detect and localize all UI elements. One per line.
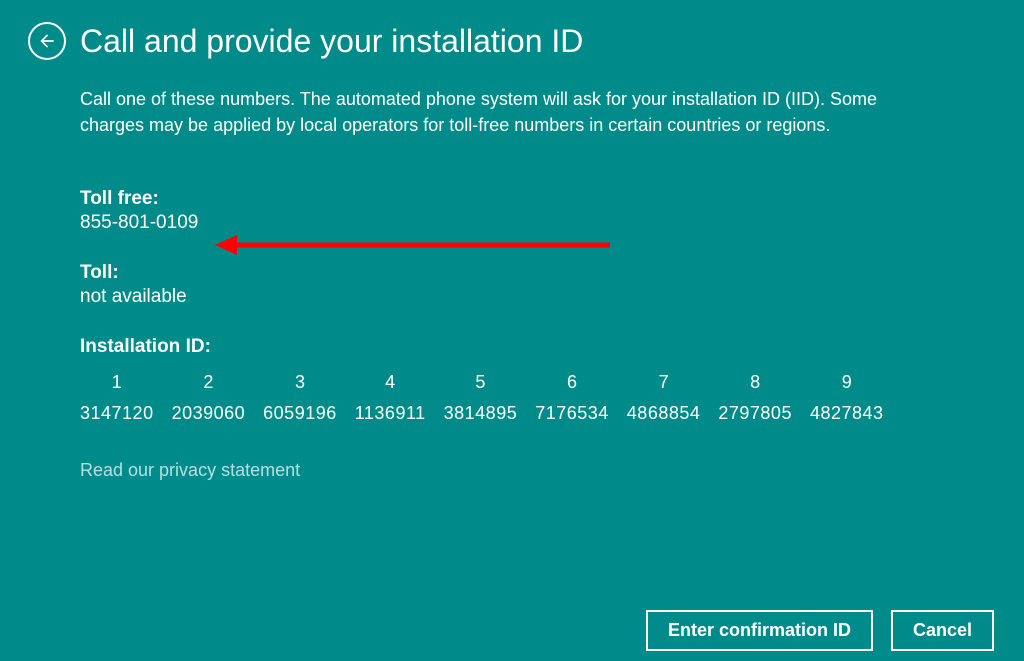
- iid-col-value: 3814895: [444, 403, 518, 424]
- iid-column: 8 2797805: [718, 372, 792, 424]
- back-arrow-icon: [37, 31, 57, 51]
- iid-col-value: 4868854: [627, 403, 701, 424]
- iid-col-index: 9: [842, 372, 852, 393]
- toll-free-label: Toll free:: [80, 188, 944, 210]
- iid-col-value: 6059196: [263, 403, 337, 424]
- iid-col-index: 5: [475, 372, 485, 393]
- iid-col-index: 1: [112, 372, 122, 393]
- iid-col-value: 3147120: [80, 403, 154, 424]
- description-text: Call one of these numbers. The automated…: [80, 86, 944, 138]
- iid-column: 6 7176534: [535, 372, 609, 424]
- iid-col-index: 4: [385, 372, 395, 393]
- iid-column: 2 2039060: [172, 372, 246, 424]
- iid-column: 7 4868854: [627, 372, 701, 424]
- toll-label: Toll:: [80, 262, 944, 284]
- iid-col-value: 2797805: [718, 403, 792, 424]
- privacy-link[interactable]: Read our privacy statement: [80, 460, 944, 481]
- iid-col-value: 4827843: [810, 403, 884, 424]
- iid-column: 3 6059196: [263, 372, 337, 424]
- toll-value: not available: [80, 286, 944, 308]
- iid-column: 4 1136911: [355, 372, 426, 424]
- iid-col-value: 1136911: [355, 403, 426, 424]
- iid-col-index: 8: [750, 372, 760, 393]
- installation-id-table: 1 3147120 2 2039060 3 6059196 4 1136911 …: [80, 372, 944, 424]
- installation-id-label: Installation ID:: [80, 336, 944, 358]
- iid-column: 5 3814895: [444, 372, 518, 424]
- back-button[interactable]: [28, 22, 66, 60]
- iid-col-index: 2: [203, 372, 213, 393]
- iid-col-index: 7: [659, 372, 669, 393]
- header: Call and provide your installation ID: [0, 0, 1024, 70]
- page-title: Call and provide your installation ID: [80, 23, 583, 60]
- iid-col-index: 3: [295, 372, 305, 393]
- toll-free-number: 855-801-0109: [80, 212, 944, 234]
- cancel-button[interactable]: Cancel: [891, 610, 994, 651]
- iid-col-index: 6: [567, 372, 577, 393]
- enter-confirmation-button[interactable]: Enter confirmation ID: [646, 610, 873, 651]
- footer-buttons: Enter confirmation ID Cancel: [646, 610, 994, 651]
- iid-column: 1 3147120: [80, 372, 154, 424]
- content-area: Call one of these numbers. The automated…: [0, 70, 1024, 481]
- iid-col-value: 7176534: [535, 403, 609, 424]
- iid-column: 9 4827843: [810, 372, 884, 424]
- iid-col-value: 2039060: [172, 403, 246, 424]
